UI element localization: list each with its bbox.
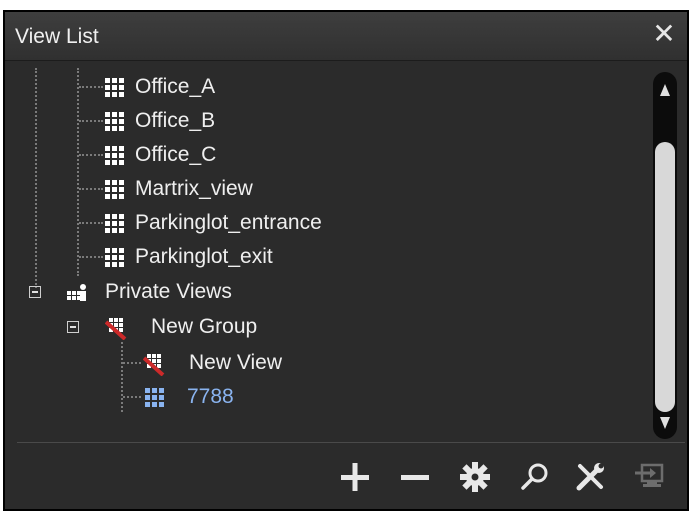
toolbar: [5, 447, 687, 507]
tree-item-label: Private Views: [105, 280, 232, 303]
divider: [17, 442, 685, 443]
grid-view-icon: [105, 214, 124, 233]
vertical-scrollbar[interactable]: [653, 72, 677, 439]
tree-guide-line: [121, 342, 123, 412]
grid-view-selected-icon: [145, 388, 164, 407]
search-icon: [521, 463, 548, 490]
close-icon[interactable]: ✕: [651, 20, 677, 48]
view-disabled-icon: [143, 354, 165, 376]
tree-item-label: New View: [189, 351, 282, 374]
grid-view-icon: [105, 78, 124, 97]
tree-item-label: Office_B: [135, 109, 216, 132]
private-views-icon: [67, 284, 86, 301]
grid-view-icon: [105, 180, 124, 199]
tools-button[interactable]: [570, 457, 610, 497]
grid-view-icon: [105, 248, 124, 267]
view-tree: Office_A Office_B Office_C Martrix_view: [5, 62, 645, 442]
panel-title: View List: [15, 25, 99, 48]
collapse-toggle-icon[interactable]: [29, 286, 41, 298]
scroll-up-icon[interactable]: [660, 84, 670, 96]
tools-icon: [576, 463, 604, 491]
view-list-panel: View List ✕ Office_A Office_B Office_C M…: [3, 10, 689, 511]
tree-guide-line: [77, 68, 79, 276]
add-button[interactable]: [335, 457, 375, 497]
tree-item-label: Martrix_view: [135, 177, 253, 200]
grid-view-icon: [105, 112, 124, 131]
plus-icon: [341, 463, 369, 491]
export-icon: [635, 463, 664, 487]
tree-item-label: Parkinglot_entrance: [135, 211, 322, 234]
scroll-down-icon[interactable]: [660, 417, 670, 429]
tree-guide-line: [35, 68, 37, 288]
minus-icon: [401, 475, 429, 480]
gear-icon: [460, 462, 490, 492]
tree-item-label: Parkinglot_exit: [135, 245, 273, 268]
export-button[interactable]: [630, 457, 670, 497]
scroll-thumb[interactable]: [655, 142, 675, 412]
collapse-toggle-icon[interactable]: [67, 321, 79, 333]
grid-view-icon: [105, 146, 124, 165]
group-disabled-icon: [105, 318, 127, 340]
title-bar: View List ✕: [5, 12, 687, 61]
search-button[interactable]: [515, 457, 555, 497]
remove-button[interactable]: [395, 457, 435, 497]
tree-item-label: New Group: [151, 315, 258, 338]
tree-item-label: 7788: [187, 385, 234, 408]
settings-button[interactable]: [455, 457, 495, 497]
tree-item-label: Office_C: [135, 143, 217, 166]
tree-item-label: Office_A: [135, 75, 216, 98]
